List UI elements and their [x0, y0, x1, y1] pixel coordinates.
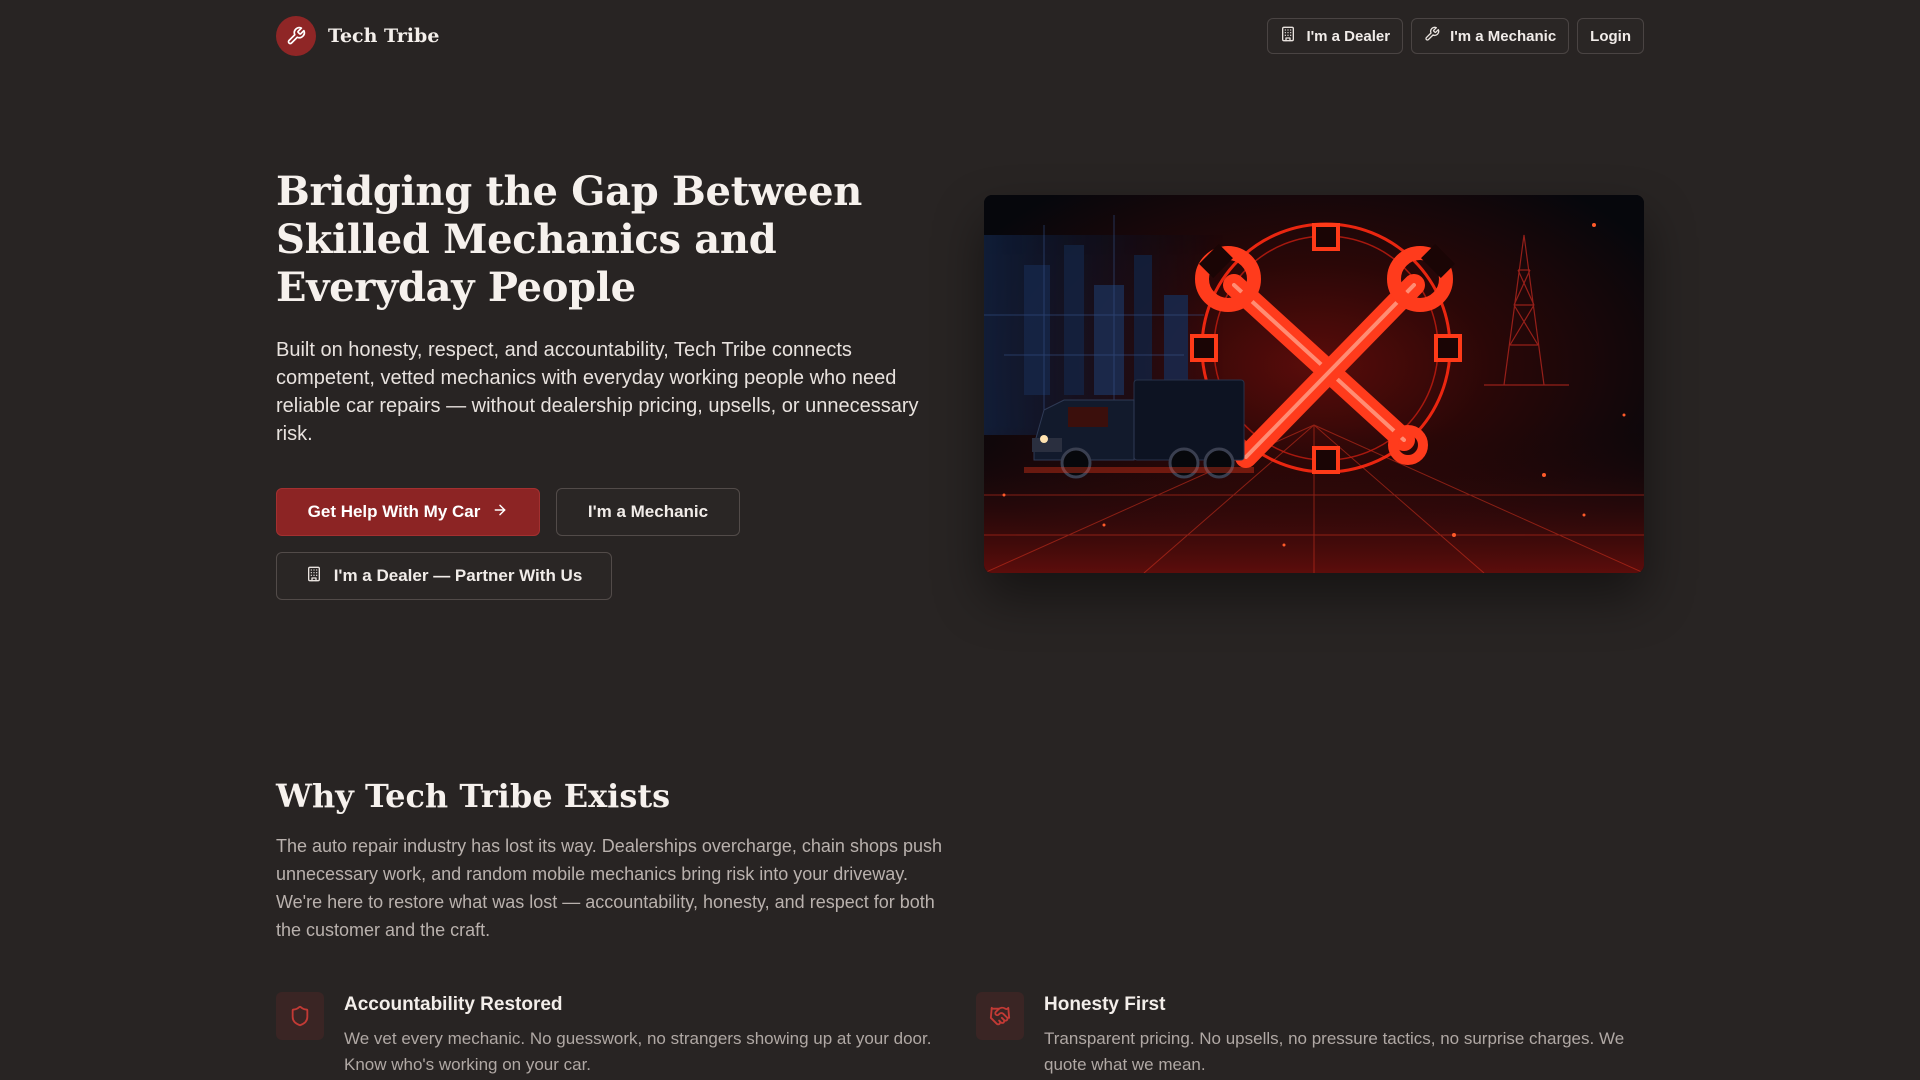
im-a-mechanic-button[interactable]: I'm a Mechanic	[556, 488, 740, 536]
hero-image	[984, 195, 1644, 573]
page: Tech Tribe I'm a Dealer I'm a Mechanic L…	[0, 0, 1920, 1080]
nav-mechanic-button[interactable]: I'm a Mechanic	[1411, 18, 1570, 54]
feature-accountability-body: Accountability Restored We vet every mec…	[344, 992, 944, 1078]
dealer-partner-label: I'm a Dealer — Partner With Us	[333, 566, 583, 585]
wrench-icon	[1424, 26, 1440, 46]
why-section-title: Why Tech Tribe Exists	[276, 777, 671, 815]
why-section-text: The auto repair industry has lost its wa…	[276, 836, 943, 940]
feature-description: Transparent pricing. No upsells, no pres…	[1044, 1029, 1625, 1074]
arrow-right-icon	[492, 502, 508, 523]
feature-honesty: Honesty First Transparent pricing. No up…	[976, 992, 1656, 1078]
hero-subtitle: Built on honesty, respect, and accountab…	[276, 339, 919, 445]
handshake-icon	[976, 992, 1024, 1040]
feature-title: Accountability Restored	[344, 994, 563, 1015]
feature-accountability: Accountability Restored We vet every mec…	[276, 992, 956, 1078]
brand-link[interactable]: Tech Tribe	[276, 16, 439, 56]
building-icon	[1280, 26, 1296, 46]
wrench-logo-icon	[276, 16, 316, 56]
feature-title: Honesty First	[1044, 994, 1166, 1015]
dealer-partner-button[interactable]: I'm a Dealer — Partner With Us	[276, 552, 612, 600]
hero-title: Bridging the Gap Between Skilled Mechani…	[276, 168, 863, 311]
nav-mechanic-label: I'm a Mechanic	[1450, 27, 1557, 45]
nav-dealer-button[interactable]: I'm a Dealer	[1267, 18, 1404, 54]
shield-icon	[276, 992, 324, 1040]
feature-honesty-body: Honesty First Transparent pricing. No up…	[1044, 992, 1644, 1078]
feature-description: We vet every mechanic. No guesswork, no …	[344, 1029, 932, 1074]
brand-name: Tech Tribe	[328, 25, 440, 47]
nav-dealer-label: I'm a Dealer	[1306, 27, 1391, 45]
get-help-button[interactable]: Get Help With My Car	[276, 488, 540, 536]
get-help-label: Get Help With My Car	[307, 502, 481, 521]
top-nav: Tech Tribe I'm a Dealer I'm a Mechanic L…	[276, 16, 1644, 56]
nav-actions: I'm a Dealer I'm a Mechanic Login	[1267, 18, 1644, 54]
building-icon	[306, 566, 322, 587]
login-button[interactable]: Login	[1577, 18, 1644, 54]
